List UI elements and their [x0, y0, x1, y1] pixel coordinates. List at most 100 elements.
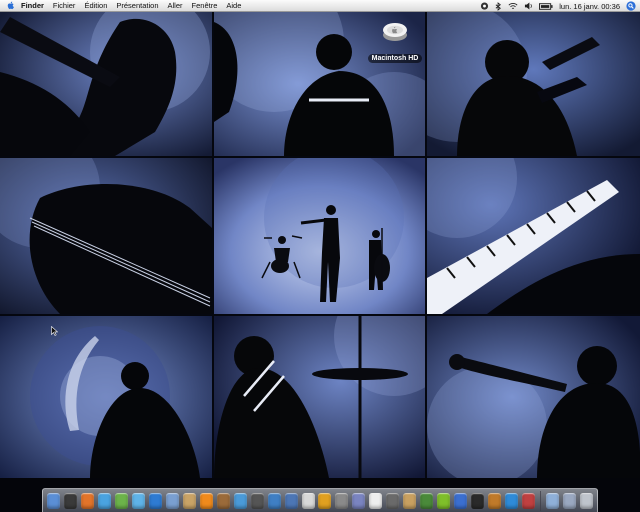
clock-icon[interactable] — [301, 491, 316, 510]
ichat-icon[interactable] — [480, 1, 489, 11]
trash-icon[interactable] — [579, 491, 594, 510]
apple-menu-icon[interactable] — [7, 1, 15, 10]
wallpaper-tile-trumpet-raised — [0, 316, 212, 478]
dock — [42, 488, 598, 512]
terminal-icon-glyph — [471, 492, 485, 509]
printer-icon-glyph — [386, 492, 400, 509]
printer-icon[interactable] — [385, 491, 400, 510]
script-editor-icon[interactable] — [351, 491, 366, 510]
preview-icon[interactable] — [284, 491, 299, 510]
itunes-icon-glyph — [233, 492, 247, 509]
ichat-icon-glyph — [131, 492, 145, 509]
camino-icon-glyph — [318, 492, 332, 509]
dock-separator — [540, 490, 542, 511]
azureus-icon[interactable] — [504, 491, 519, 510]
iphoto-icon[interactable] — [182, 491, 197, 510]
photo-icon-glyph — [216, 492, 230, 509]
firefox-icon-glyph — [80, 492, 94, 509]
textedit-icon[interactable] — [368, 491, 383, 510]
folder-icon[interactable] — [545, 491, 560, 510]
iphoto-book-icon[interactable] — [267, 491, 282, 510]
address-book-icon[interactable] — [148, 491, 163, 510]
wallpaper-tile-jazz-band — [214, 158, 425, 314]
dashboard-icon-glyph — [63, 492, 77, 509]
photo-icon[interactable] — [216, 491, 231, 510]
spotlight-icon[interactable] — [626, 1, 636, 11]
wallpaper-tile-trumpet-closeup — [0, 12, 212, 156]
wallpaper-tile-piano-keys — [427, 158, 640, 314]
applications-icon-glyph — [563, 492, 577, 509]
script-editor-icon-glyph — [352, 492, 366, 509]
wallpaper-divider — [212, 12, 214, 478]
hard-drive-icon[interactable] — [382, 20, 408, 42]
adium-icon[interactable] — [114, 491, 129, 510]
wallpaper-tile-trumpeter-profile — [427, 316, 640, 478]
desktop-icon-macintosh-hd[interactable]: Macintosh HD — [363, 20, 427, 65]
menu-bar: Finder Fichier Édition Présentation Alle… — [0, 0, 640, 12]
safari-icon[interactable] — [97, 491, 112, 510]
photobooth-icon-glyph — [522, 492, 536, 509]
preview-icon-glyph — [284, 492, 298, 509]
mail-icon-glyph — [165, 492, 179, 509]
textedit-icon-glyph — [369, 492, 383, 509]
wallpaper-divider — [425, 12, 427, 478]
adium-icon-glyph — [114, 492, 128, 509]
photobooth-icon[interactable] — [521, 491, 536, 510]
vlc-icon-glyph — [199, 492, 213, 509]
finder-icon-glyph — [46, 492, 60, 509]
battery-icon[interactable] — [539, 2, 553, 10]
firefox-icon[interactable] — [80, 491, 95, 510]
folder-icon-glyph — [546, 492, 560, 509]
iphoto-icon-glyph — [182, 492, 196, 509]
frontrow-icon-glyph — [437, 492, 451, 509]
wallpaper-divider — [0, 314, 640, 316]
menu-extras: lun. 16 janv. 00:36 — [480, 0, 636, 12]
imovie-icon[interactable] — [250, 491, 265, 510]
network-icon[interactable] — [453, 491, 468, 510]
garageband-icon-glyph — [403, 492, 417, 509]
clock-icon-glyph — [301, 492, 315, 509]
wallpaper-tile-bass-closeup — [0, 158, 212, 314]
menu-edition[interactable]: Édition — [84, 0, 107, 12]
desktop[interactable] — [0, 12, 640, 478]
wifi-icon[interactable] — [508, 2, 518, 10]
menu-clock[interactable]: lun. 16 janv. 00:36 — [559, 2, 620, 11]
activity-monitor-icon[interactable] — [419, 491, 434, 510]
volume-icon[interactable] — [524, 2, 533, 10]
garageband-icon[interactable] — [402, 491, 417, 510]
wallpaper-tile-trumpeter-pointing — [427, 12, 640, 156]
iphoto-book-icon-glyph — [267, 492, 281, 509]
safari-icon-glyph — [97, 492, 111, 509]
system-prefs-icon-glyph — [335, 492, 349, 509]
system-prefs-icon[interactable] — [334, 491, 349, 510]
ichat-icon[interactable] — [131, 491, 146, 510]
wallpaper-divider — [0, 156, 640, 158]
menu-aide[interactable]: Aide — [226, 0, 241, 12]
network-icon-glyph — [454, 492, 468, 509]
address-book-icon-glyph — [148, 492, 162, 509]
vlc-icon[interactable] — [199, 491, 214, 510]
activity-monitor-icon-glyph — [420, 492, 434, 509]
bluetooth-icon[interactable] — [495, 1, 502, 11]
mail-icon[interactable] — [165, 491, 180, 510]
trash-icon-glyph — [580, 492, 594, 509]
dashboard-icon[interactable] — [63, 491, 78, 510]
finder-icon[interactable] — [46, 491, 61, 510]
terminal-icon[interactable] — [470, 491, 485, 510]
applications-icon[interactable] — [562, 491, 577, 510]
desktop-icon-label: Macintosh HD — [367, 54, 423, 63]
menu-finder[interactable]: Finder — [21, 0, 44, 12]
quicktime-icon-glyph — [488, 492, 502, 509]
menu-fichier[interactable]: Fichier — [53, 0, 76, 12]
mouse-cursor-icon — [51, 326, 58, 336]
menu-fenetre[interactable]: Fenêtre — [192, 0, 218, 12]
menu-aller[interactable]: Aller — [168, 0, 183, 12]
quicktime-icon[interactable] — [487, 491, 502, 510]
azureus-icon-glyph — [505, 492, 519, 509]
camino-icon[interactable] — [318, 491, 333, 510]
menu-presentation[interactable]: Présentation — [116, 0, 158, 12]
frontrow-icon[interactable] — [436, 491, 451, 510]
imovie-icon-glyph — [250, 492, 264, 509]
itunes-icon[interactable] — [233, 491, 248, 510]
wallpaper-tile-cymbal — [214, 316, 425, 478]
